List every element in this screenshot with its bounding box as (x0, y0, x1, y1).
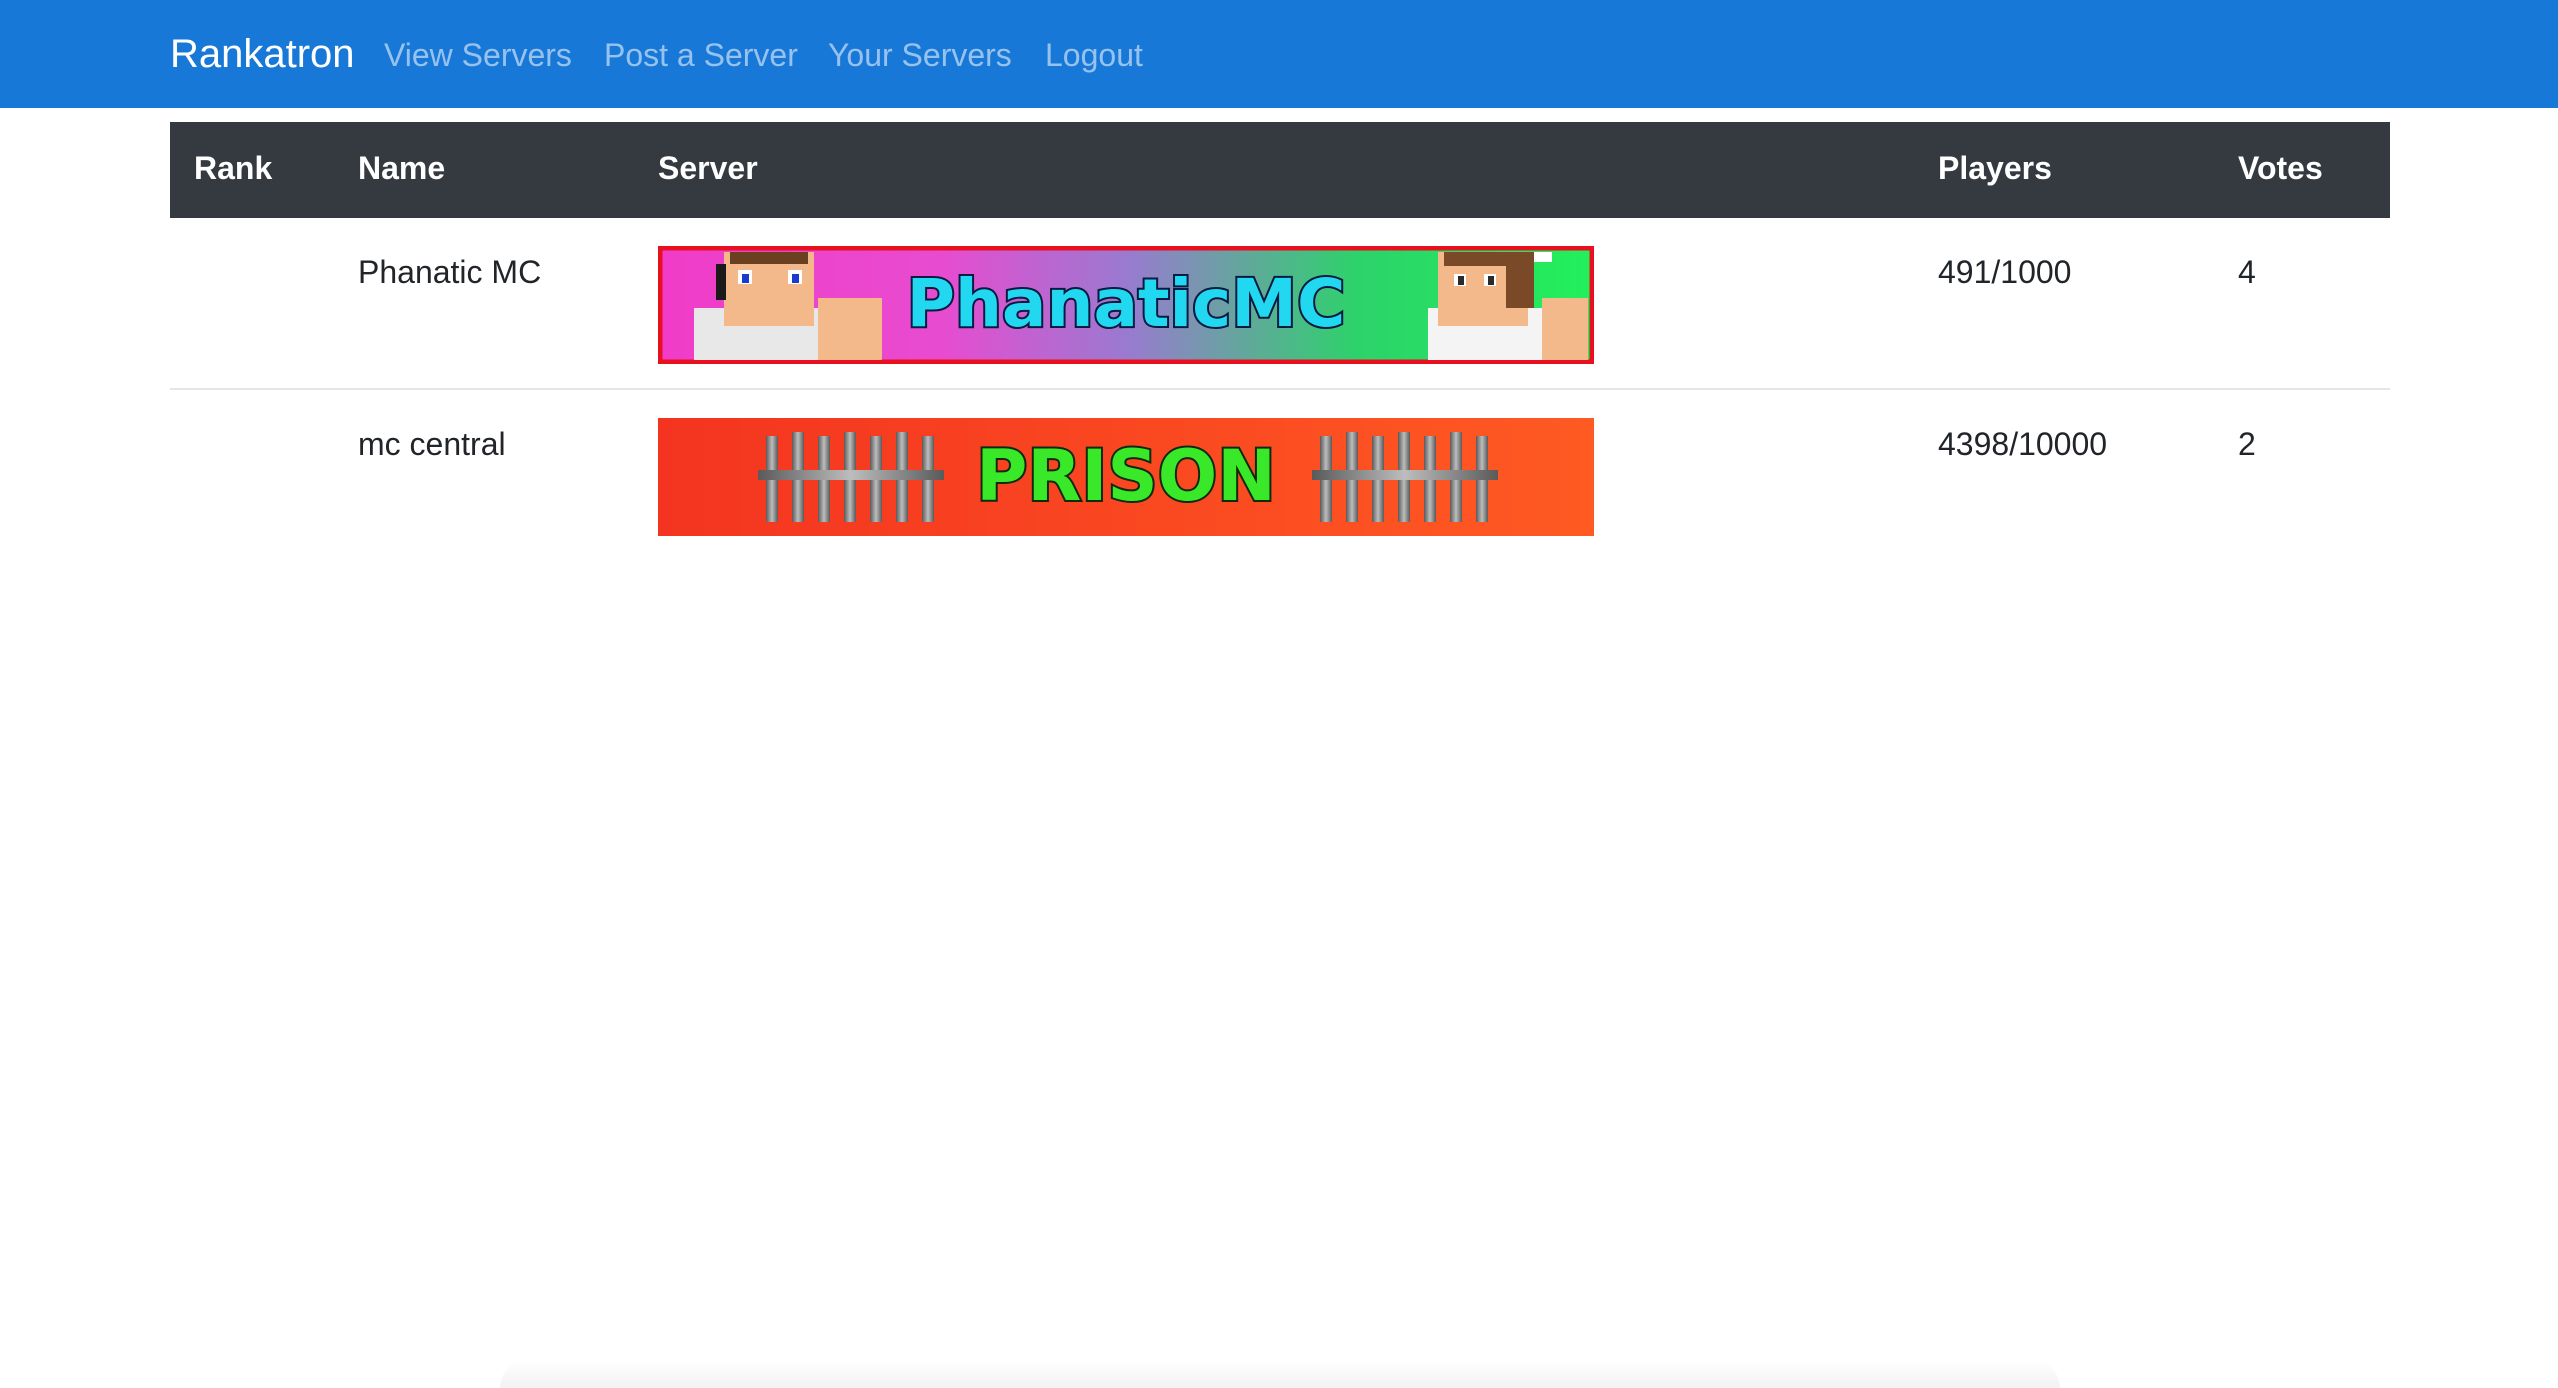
nav-view-servers[interactable]: View Servers (384, 30, 572, 80)
table-header: Rank Name Server Players Votes (170, 122, 2390, 218)
brand-link[interactable]: Rankatron (170, 26, 355, 82)
row-votes: 4 (2238, 254, 2256, 290)
nav-post-server[interactable]: Post a Server (604, 30, 798, 80)
row-players: 4398/10000 (1938, 426, 2108, 462)
banner-title-phanaticmc: PhanaticMC (907, 265, 1346, 342)
row-name: Phanatic MC (358, 254, 542, 290)
banner-title-prison: PRISON (976, 435, 1276, 517)
row-players: 491/1000 (1938, 254, 2072, 290)
bottom-shadow (500, 1360, 2060, 1388)
row-votes: 2 (2238, 426, 2256, 462)
row-name: mc central (358, 426, 506, 462)
server-banner-prison[interactable]: PRISON (658, 418, 1594, 536)
nav-your-servers[interactable]: Your Servers (828, 30, 1012, 80)
header-rank: Rank (194, 150, 273, 186)
server-banner-phanaticmc[interactable]: PhanaticMC (658, 246, 1594, 364)
header-server: Server (658, 150, 758, 186)
table-row: mc central PRISON 4398/10000 2 (170, 390, 2390, 560)
header-players: Players (1938, 150, 2052, 186)
table-row: Phanatic MC PhanaticMC 491/1000 4 (170, 218, 2390, 390)
header-name: Name (358, 150, 446, 186)
nav-logout[interactable]: Logout (1045, 30, 1143, 80)
navbar: Rankatron View Servers Post a Server You… (0, 0, 2558, 108)
header-votes: Votes (2238, 150, 2323, 186)
